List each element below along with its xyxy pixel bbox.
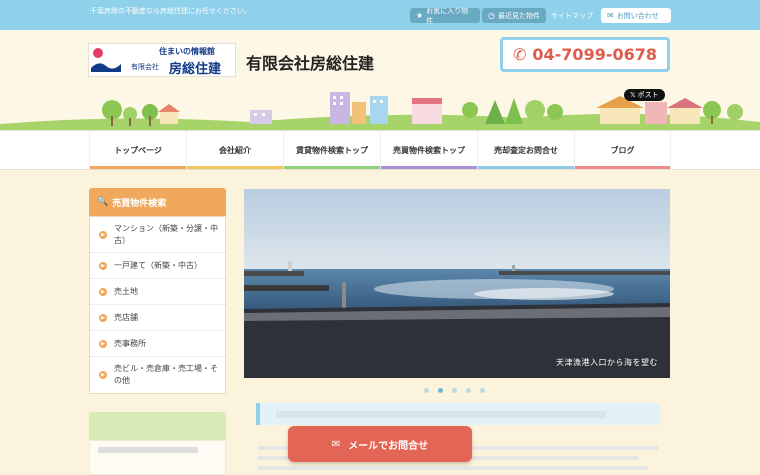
sitemap-label: サイトマップ bbox=[551, 11, 593, 20]
x-logo-icon: 𝕏 bbox=[630, 91, 636, 99]
text-placeholder bbox=[258, 466, 648, 470]
contact-label: お問い合わせ bbox=[616, 11, 659, 20]
harbor-photo bbox=[244, 189, 670, 378]
nav-rental-search[interactable]: 賃貸物件検索トップ bbox=[283, 131, 380, 169]
sidebar-item-label: 一戸建て（新築・中古） bbox=[114, 260, 202, 270]
nav-underline bbox=[90, 166, 186, 169]
search-icon: 🔍 bbox=[97, 197, 109, 207]
slide-dot-active[interactable] bbox=[438, 388, 443, 393]
nav-label: 売買物件検索トップ bbox=[393, 145, 465, 155]
arrow-icon: ▶ bbox=[99, 371, 107, 379]
sidebar-item-label: 売店舗 bbox=[114, 312, 138, 322]
phone-icon: ✆ bbox=[512, 45, 527, 64]
sidebar-item-label: 売ビル・売倉庫・売工場・その他 bbox=[114, 364, 218, 385]
sidebar-item-house[interactable]: ▶ 一戸建て（新築・中古） bbox=[90, 253, 225, 279]
logo-sun bbox=[93, 48, 103, 58]
star-icon: ★ bbox=[416, 11, 424, 20]
contact-link[interactable]: ✉ お問い合わせ bbox=[601, 8, 671, 23]
favorites-label: お気に入り物件 bbox=[426, 6, 469, 25]
mail-contact-button[interactable]: ✉ メールでお問合せ bbox=[288, 426, 472, 462]
nav-label: トップページ bbox=[114, 145, 162, 155]
sidebar-item-mansion[interactable]: ▶ マンション（新築・分譲・中古） bbox=[90, 217, 225, 253]
nav-underline bbox=[284, 166, 380, 169]
sitemap-link[interactable]: サイトマップ bbox=[551, 8, 593, 23]
logo-tagline: 住まいの情報館 bbox=[159, 47, 215, 56]
clock-icon: ◷ bbox=[488, 11, 495, 20]
arrow-icon: ▶ bbox=[99, 230, 107, 239]
site-logo[interactable]: 住まいの情報館 有限会社 房総住建 bbox=[88, 43, 236, 77]
nav-label: 賃貸物件検索トップ bbox=[296, 145, 368, 155]
x-post-button[interactable]: 𝕏 ポスト bbox=[624, 89, 665, 101]
nav-underline bbox=[187, 166, 283, 169]
slide-dot[interactable] bbox=[480, 388, 485, 393]
sidebar-item-building[interactable]: ▶ 売ビル・売倉庫・売工場・その他 bbox=[90, 357, 225, 393]
mail-icon: ✉ bbox=[607, 11, 614, 20]
nav-underline bbox=[575, 166, 670, 169]
arrow-icon: ▶ bbox=[99, 339, 107, 348]
nav-label: 会社紹介 bbox=[219, 145, 251, 155]
nav-company[interactable]: 会社紹介 bbox=[186, 131, 283, 169]
sidebar-item-label: 売事務所 bbox=[114, 338, 146, 348]
arrow-icon: ▶ bbox=[99, 261, 107, 270]
sidebar-second-placeholder bbox=[98, 447, 198, 453]
arrow-icon: ▶ bbox=[99, 287, 107, 296]
phone-number[interactable]: ✆ 04-7099-0678 bbox=[500, 37, 670, 72]
hero-slider[interactable]: 天津漁港入口から海を望む bbox=[244, 189, 670, 378]
notice-placeholder bbox=[276, 411, 606, 418]
logo-company-type: 有限会社 bbox=[131, 63, 159, 71]
sidebar-item-store[interactable]: ▶ 売店舗 bbox=[90, 305, 225, 331]
recent-label: 最近見た物件 bbox=[497, 11, 540, 20]
mail-icon: ✉ bbox=[331, 438, 341, 450]
recent-link[interactable]: ◷ 最近見た物件 bbox=[482, 8, 546, 23]
slide-caption: 天津漁港入口から海を望む bbox=[556, 358, 658, 367]
nav-top-page[interactable]: トップページ bbox=[89, 131, 186, 169]
company-name: 有限会社房総住建 bbox=[246, 54, 375, 73]
favorites-link[interactable]: ★ お気に入り物件 bbox=[410, 6, 480, 25]
nav-label: 売却査定お問合せ bbox=[494, 145, 558, 155]
sidebar-second-list bbox=[89, 440, 226, 475]
phone-label: 04-7099-0678 bbox=[532, 45, 657, 64]
logo-name: 房総住建 bbox=[169, 62, 222, 77]
tagline: 千葉房総の不動産なら房総住建にお任せください。 bbox=[90, 7, 251, 15]
nav-label: ブログ bbox=[610, 145, 635, 155]
slide-dot[interactable] bbox=[452, 388, 457, 393]
x-post-label: ポスト bbox=[637, 91, 659, 99]
sidebar-item-label: マンション（新築・分譲・中古） bbox=[114, 223, 218, 245]
sidebar-sale-search-list: ▶ マンション（新築・分譲・中古） ▶ 一戸建て（新築・中古） ▶ 売土地 ▶ … bbox=[89, 216, 226, 394]
nav-underline bbox=[381, 166, 477, 169]
slide-dot[interactable] bbox=[466, 388, 471, 393]
sidebar-title: 売買物件検索 bbox=[112, 198, 167, 209]
slider-pagination bbox=[424, 388, 485, 393]
nav-blog[interactable]: ブログ bbox=[574, 131, 671, 169]
nav-valuation[interactable]: 売却査定お問合せ bbox=[477, 131, 574, 169]
sidebar-item-label: 売土地 bbox=[114, 286, 138, 296]
mail-contact-label: メールでお問合せ bbox=[348, 440, 429, 452]
logo-wave bbox=[91, 63, 121, 72]
sidebar-item-land[interactable]: ▶ 売土地 bbox=[90, 279, 225, 305]
nav-underline bbox=[478, 166, 574, 169]
arrow-icon: ▶ bbox=[99, 313, 107, 322]
global-nav: トップページ 会社紹介 賃貸物件検索トップ 売買物件検索トップ 売却査定お問合せ… bbox=[0, 130, 760, 170]
sidebar-sale-search-header: 🔍 売買物件検索 bbox=[89, 188, 226, 216]
sidebar-item-office[interactable]: ▶ 売事務所 bbox=[90, 331, 225, 357]
slide-dot[interactable] bbox=[424, 388, 429, 393]
sidebar-second-header bbox=[89, 412, 226, 440]
nav-sale-search[interactable]: 売買物件検索トップ bbox=[380, 131, 477, 169]
